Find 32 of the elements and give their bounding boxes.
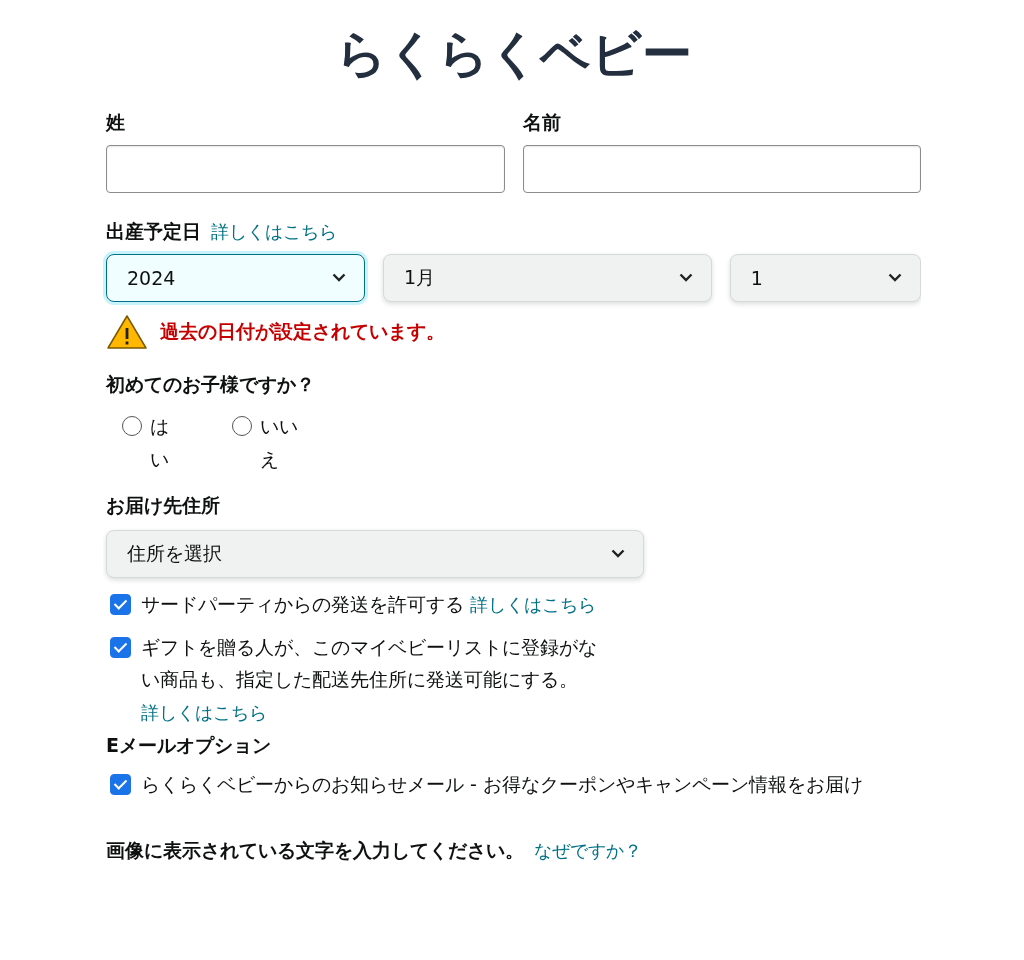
- address-dropdown[interactable]: 住所を選択: [106, 529, 644, 578]
- field-label: 姓: [106, 110, 126, 135]
- radio-label: いいえ: [260, 414, 299, 472]
- field-label: お届け先住所: [106, 492, 221, 518]
- chevron-down-icon: [888, 273, 902, 283]
- checkbox-label: ギフトを贈る人が、このマイベビーリストに登録がない商品も、指定した配送先住所に発送可能にする。 詳しくはこちら: [141, 634, 598, 725]
- date-dropdown[interactable]: 1: [729, 253, 921, 302]
- captcha-label: 画像に表示されている文字を入力してください。: [106, 838, 524, 863]
- details-link[interactable]: 詳しくはこちら: [211, 219, 337, 244]
- checkbox-label: らくらくベビーからのお知らせメール - お得なクーポンやキャンペーン情報をお届け: [141, 771, 863, 797]
- checkbox[interactable]: [110, 593, 131, 615]
- date-dropdown[interactable]: 1月: [383, 253, 712, 302]
- field-label: 出産予定日: [106, 218, 201, 244]
- date-dropdown[interactable]: 2024: [106, 253, 365, 302]
- chevron-down-icon: [678, 273, 693, 283]
- error-message: 過去の日付が設定されています。: [160, 318, 445, 344]
- checkbox-label: サードパーティからの発送を許可する 詳しくはこちら: [141, 591, 597, 617]
- checkbox[interactable]: [110, 773, 131, 795]
- warning-icon: [106, 313, 148, 350]
- input-field[interactable]: [106, 144, 505, 193]
- chevron-down-icon: [611, 549, 625, 559]
- question-label: 初めてのお子様ですか？: [106, 371, 316, 397]
- checkbox[interactable]: [110, 636, 131, 658]
- details-link[interactable]: 詳しくはこちら: [141, 701, 267, 723]
- field-label: 名前: [522, 110, 562, 135]
- radio-label: はい: [150, 414, 170, 472]
- input-field[interactable]: [522, 144, 921, 193]
- chevron-down-icon: [332, 273, 346, 283]
- details-link[interactable]: 詳しくはこちら: [470, 593, 597, 615]
- section-heading: Eメールオプション: [106, 732, 272, 758]
- why-link[interactable]: なぜですか？: [534, 839, 642, 864]
- logo: らくらくベビー: [334, 24, 693, 84]
